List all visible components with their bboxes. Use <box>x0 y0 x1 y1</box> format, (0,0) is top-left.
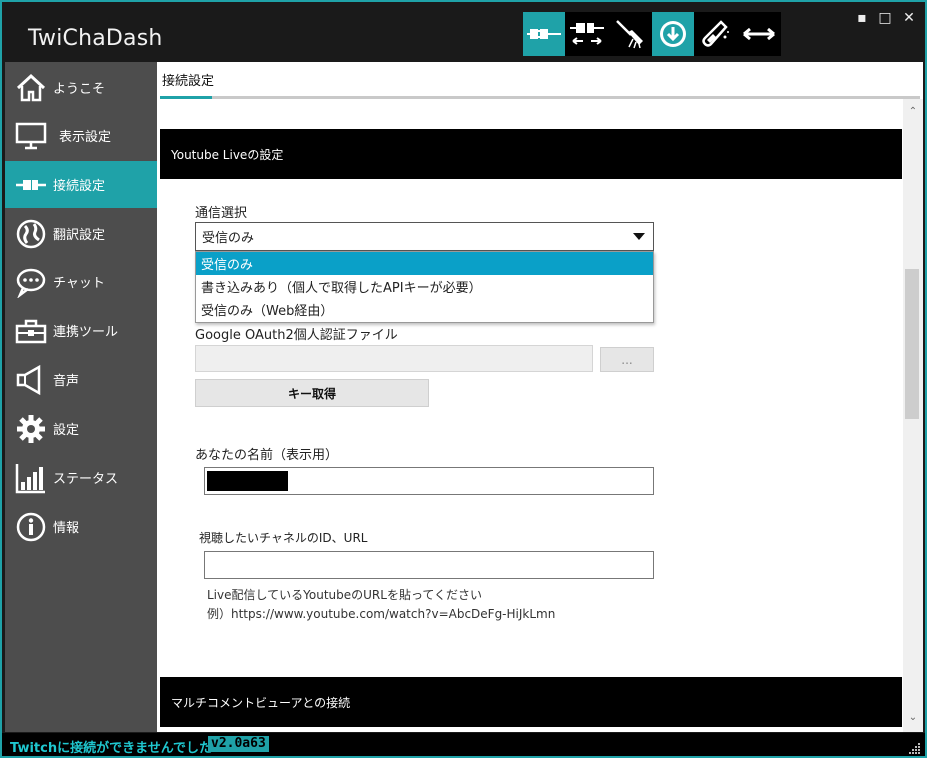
status-message: Twitchに接続ができませんでした <box>10 741 213 756</box>
channel-label: 視聴したいチャネルのID、URL <box>199 531 368 545</box>
speaker-icon <box>13 362 49 398</box>
globe-icon <box>13 216 49 252</box>
scrollbar-thumb[interactable] <box>905 269 919 419</box>
sidebar-item-label: 翻訳設定 <box>53 228 106 243</box>
gear-icon <box>13 411 49 447</box>
download-icon <box>660 21 686 47</box>
sidebar-item-status[interactable]: ステータス <box>5 454 157 501</box>
sidebar-item-label: 連携ツール <box>53 325 119 340</box>
sidebar-item-audio[interactable]: 音声 <box>5 356 157 403</box>
status-bar: Twitchに接続ができませんでした v2.0a63 <box>2 733 925 756</box>
scroll-up-icon[interactable]: ⌃ <box>907 107 919 117</box>
chevron-down-icon <box>633 233 645 240</box>
sidebar-item-label: 情報 <box>53 521 80 536</box>
sidebar-item-welcome[interactable]: ようこそ <box>5 64 157 111</box>
clear-button[interactable] <box>609 12 651 56</box>
broom-icon <box>616 20 643 49</box>
connect-arrows-icon <box>570 23 604 45</box>
channel-hint-line1: Live配信しているYoutubeのURLを貼ってください <box>207 588 482 602</box>
oauth-file-label: Google OAuth2個人認証ファイル <box>195 328 398 343</box>
test-tube-icon <box>702 20 729 47</box>
sidebar-item-label: ステータス <box>53 472 119 487</box>
channel-hint-line2: 例）https://www.youtube.com/watch?v=AbcDeF… <box>207 607 556 621</box>
sidebar-item-chat[interactable]: チャット <box>5 258 157 305</box>
chat-bubble-icon <box>13 264 49 300</box>
sidebar-item-label: チャット <box>53 276 105 291</box>
dropdown-option-web[interactable]: 受信のみ（Web経由） <box>196 298 653 321</box>
sidebar-item-info[interactable]: 情報 <box>5 503 157 550</box>
info-icon <box>13 509 49 545</box>
app-window: TwiChaDash ▪ □ ✕ ようこそ 表示設定 接続設定 翻訳設定 チャッ… <box>0 0 927 758</box>
resize-grip-icon[interactable] <box>909 742 921 754</box>
resize-horizontal-icon <box>743 27 775 41</box>
sidebar-item-tools[interactable]: 連携ツール <box>5 307 157 354</box>
resize-button[interactable] <box>738 12 780 56</box>
toolbar <box>523 12 781 56</box>
sidebar-item-label: 接続設定 <box>53 179 106 194</box>
sidebar-item-label: 表示設定 <box>59 130 112 145</box>
main-panel: 接続設定 Youtube Liveの設定 通信選択 受信のみ 受信のみ 書き込み… <box>157 62 923 732</box>
sidebar-item-display[interactable]: 表示設定 <box>5 112 157 159</box>
connect-button[interactable] <box>523 12 565 56</box>
comm-select[interactable]: 受信のみ <box>195 222 654 251</box>
channel-url-field[interactable] <box>204 551 654 579</box>
comm-select-label: 通信選択 <box>195 206 248 221</box>
oauth-file-input[interactable] <box>195 345 593 372</box>
connect-arrows-button[interactable] <box>566 12 608 56</box>
name-field[interactable] <box>204 467 654 495</box>
redacted-name <box>207 471 288 491</box>
title-bar: TwiChaDash ▪ □ ✕ <box>2 2 925 64</box>
settings-scroll-area[interactable]: Youtube Liveの設定 通信選択 受信のみ 受信のみ 書き込みあり（個人… <box>157 99 903 732</box>
dropdown-option-write[interactable]: 書き込みあり（個人で取得したAPIキーが必要） <box>196 275 653 298</box>
sidebar-item-settings[interactable]: 設定 <box>5 405 157 452</box>
sidebar-item-label: 音声 <box>53 374 80 389</box>
tab-connection[interactable]: 接続設定 <box>162 70 214 89</box>
close-button[interactable]: ✕ <box>897 8 921 28</box>
sidebar: ようこそ 表示設定 接続設定 翻訳設定 チャット 連携ツール 音声 設定 ステー… <box>5 62 157 732</box>
sidebar-item-label: ようこそ <box>53 82 106 97</box>
monitor-icon <box>13 118 49 154</box>
vertical-scrollbar[interactable]: ⌃ ⌄ <box>903 99 923 732</box>
multi-viewer-section-header: マルチコメントビューアとの接続 <box>160 677 902 727</box>
minimize-button[interactable]: ▪ <box>850 8 874 28</box>
browse-button[interactable]: ... <box>600 347 654 372</box>
plug-icon <box>13 167 49 203</box>
bar-chart-icon <box>13 460 49 496</box>
download-button[interactable] <box>652 12 694 56</box>
sidebar-item-translation[interactable]: 翻訳設定 <box>5 210 157 257</box>
dropdown-option-receive-only[interactable]: 受信のみ <box>196 252 653 275</box>
maximize-button[interactable]: □ <box>873 8 897 28</box>
test-button[interactable] <box>695 12 737 56</box>
app-title: TwiChaDash <box>28 26 163 51</box>
youtube-section-header: Youtube Liveの設定 <box>160 129 902 179</box>
sidebar-item-connection[interactable]: 接続設定 <box>5 161 157 208</box>
version-badge: v2.0a63 <box>208 736 269 752</box>
get-key-button[interactable]: キー取得 <box>195 379 429 407</box>
home-icon <box>13 70 49 106</box>
comm-select-value: 受信のみ <box>202 231 255 246</box>
sidebar-item-label: 設定 <box>53 423 80 438</box>
scroll-down-icon[interactable]: ⌄ <box>907 713 919 723</box>
name-label: あなたの名前（表示用） <box>195 448 339 463</box>
connect-icon <box>527 29 561 39</box>
toolbox-icon <box>13 313 49 349</box>
comm-select-dropdown: 受信のみ 書き込みあり（個人で取得したAPIキーが必要） 受信のみ（Web経由） <box>195 251 654 323</box>
